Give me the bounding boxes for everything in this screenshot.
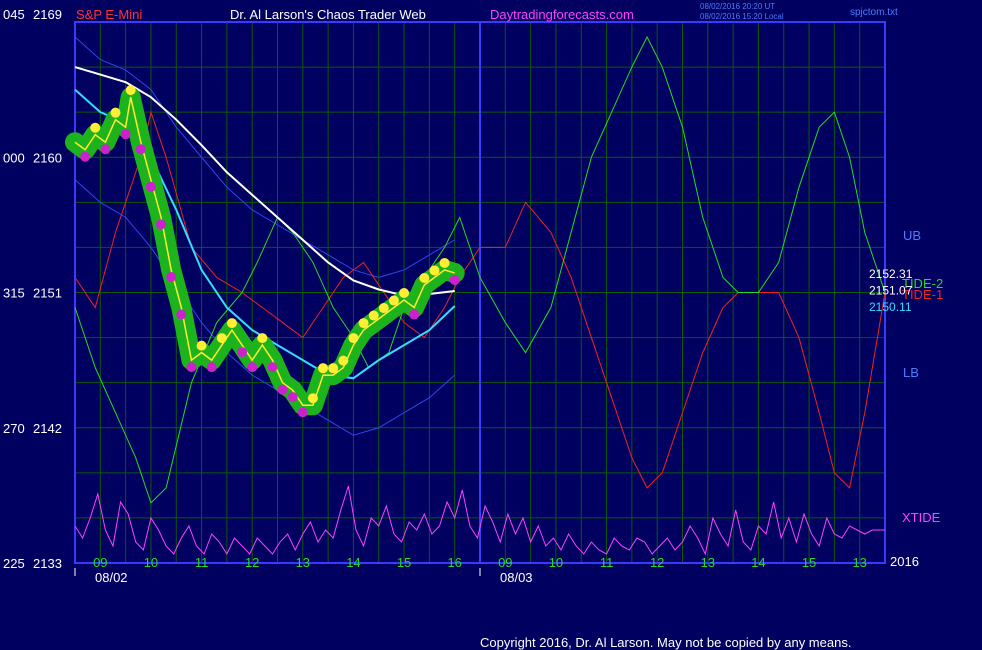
x-tick-label: 12 <box>245 555 259 570</box>
down-price-marker <box>449 274 460 285</box>
up-price-marker <box>378 303 389 314</box>
x-tick-label: 09 <box>93 555 107 570</box>
y-tick-left: 225 <box>3 556 25 571</box>
x-tick-label: 09 <box>498 555 512 570</box>
down-price-marker <box>297 407 308 418</box>
ub-label: UB <box>903 228 921 243</box>
right-value-labels: 2152.31 2151.07 2150.11 <box>869 267 913 314</box>
copyright-text: Copyright 2016, Dr. Al Larson. May not b… <box>480 635 851 650</box>
down-price-marker <box>409 309 420 320</box>
y-tick-value: 2142 <box>33 421 62 436</box>
up-price-marker <box>358 318 369 329</box>
x-tick-label: 14 <box>346 555 360 570</box>
lb-label: LB <box>903 365 919 380</box>
down-price-marker <box>277 384 288 395</box>
up-price-marker <box>196 340 207 351</box>
up-price-marker <box>125 85 136 96</box>
year-label: 2016 <box>890 554 919 569</box>
up-price-marker <box>216 333 227 344</box>
y-top-left-value: 045 <box>3 7 25 22</box>
y-tick-value: 2160 <box>33 150 62 165</box>
x-tick-label: 13 <box>852 555 866 570</box>
up-price-marker <box>368 310 379 321</box>
down-price-marker <box>156 219 167 230</box>
site-name: Daytradingforecasts.com <box>490 7 634 22</box>
up-price-marker <box>307 393 318 404</box>
x-tick-label: 15 <box>802 555 816 570</box>
down-price-marker <box>166 271 177 282</box>
down-price-marker <box>176 309 187 320</box>
date-label: 08/02 <box>95 570 128 585</box>
up-price-marker <box>429 265 440 276</box>
timestamp-local: 08/02/2016 15:20 Local <box>700 12 784 21</box>
x-tick-label: 11 <box>195 555 209 570</box>
y-tick-left: 000 <box>3 150 25 165</box>
x-tick-label: 11 <box>600 555 614 570</box>
x-tick-label: 16 <box>447 555 461 570</box>
down-price-marker <box>247 362 258 373</box>
up-price-marker <box>348 333 359 344</box>
down-price-marker <box>80 151 91 162</box>
up-price-marker <box>328 363 339 374</box>
up-price-marker <box>388 295 399 306</box>
x-tick-label: 13 <box>296 555 310 570</box>
y-tick-left: 270 <box>3 421 25 436</box>
y-tick-value: 2133 <box>33 556 62 571</box>
x-tick-label: 14 <box>751 555 765 570</box>
x-tick-label: 10 <box>549 555 563 570</box>
x-tick-label: 10 <box>144 555 158 570</box>
y-tick-value: 2151 <box>33 286 62 301</box>
down-price-marker <box>186 362 197 373</box>
down-price-marker <box>100 144 111 155</box>
down-price-marker <box>145 181 156 192</box>
up-price-marker <box>399 288 410 299</box>
up-price-marker <box>419 272 430 283</box>
up-price-marker <box>90 122 101 133</box>
up-price-marker <box>257 333 268 344</box>
down-price-marker <box>120 129 131 140</box>
timestamp-ut: 08/02/2016 20:20 UT <box>700 2 775 11</box>
x-tick-label: 12 <box>650 555 664 570</box>
symbol-label: S&P E-Mini <box>76 7 142 22</box>
y-tick-value: 2169 <box>33 7 62 22</box>
down-price-marker <box>267 362 278 373</box>
right-value-label: 2151.07 <box>869 283 913 297</box>
x-tick-label: 15 <box>397 555 411 570</box>
right-value-label: 2152.31 <box>869 267 913 281</box>
y-tick-left: 315 <box>3 286 25 301</box>
up-price-marker <box>318 363 329 374</box>
chaos-trader-chart: 2169 000 2160 315 2151 270 2142 225 2133 09 10 11 1… <box>0 0 982 650</box>
data-file-name: spjctom.txt <box>850 7 898 18</box>
right-value-label: 2150.11 <box>869 300 912 314</box>
down-price-marker <box>135 144 146 155</box>
up-price-marker <box>338 355 349 366</box>
down-price-marker <box>287 392 298 403</box>
xtide-label: XTIDE <box>902 510 941 525</box>
up-price-marker <box>226 318 237 329</box>
down-price-marker <box>237 347 248 358</box>
chart-title: Dr. Al Larson's Chaos Trader Web <box>230 7 426 22</box>
x-tick-label: 13 <box>701 555 715 570</box>
up-price-marker <box>439 257 450 268</box>
up-price-marker <box>110 107 121 118</box>
date-label: 08/03 <box>500 570 533 585</box>
down-price-marker <box>206 362 217 373</box>
